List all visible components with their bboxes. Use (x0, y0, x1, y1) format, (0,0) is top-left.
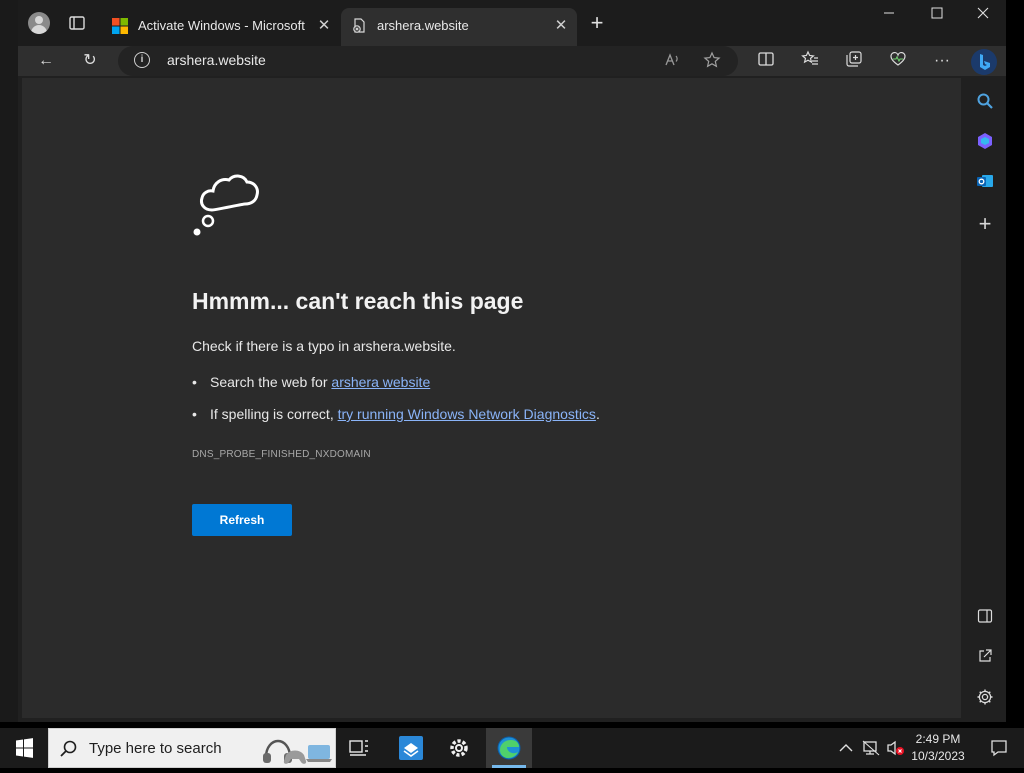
maximize-icon (931, 7, 943, 19)
split-screen-icon[interactable] (754, 50, 778, 72)
typo-hint: Check if there is a typo in arshera.webs… (192, 338, 456, 354)
close-window-button[interactable] (960, 6, 1006, 26)
tab-close-button[interactable]: ✕ (316, 18, 332, 34)
thought-cloud-icon (192, 166, 270, 242)
site-info-icon[interactable]: i (134, 52, 150, 68)
gear-icon[interactable] (975, 688, 995, 708)
desktop-left-edge (0, 0, 18, 722)
close-icon (977, 7, 989, 19)
store-app-button[interactable] (388, 728, 434, 768)
page-error-icon (351, 18, 367, 34)
suggestion-search: • Search the web for arshera website (192, 374, 430, 390)
reload-button[interactable]: ↻ (78, 50, 102, 72)
clock-time: 2:49 PM (915, 732, 961, 746)
edge-icon (497, 736, 521, 760)
maximize-button[interactable] (914, 6, 960, 26)
microsoft-logo-icon (112, 18, 128, 34)
clock-date: 10/3/2023 (911, 749, 965, 763)
windows-taskbar: Type here to search 2:49 PM 10/3/2023 (0, 728, 1024, 768)
network-icon (862, 740, 880, 756)
page-headline: Hmmm... can't reach this page (192, 288, 524, 314)
edge-app-button[interactable] (486, 728, 532, 768)
search-web-link[interactable]: arshera website (331, 374, 430, 390)
designer-icon[interactable] (975, 132, 995, 152)
outlook-icon[interactable] (975, 172, 995, 192)
open-external-icon[interactable] (975, 648, 995, 668)
tab-close-button[interactable]: ✕ (553, 18, 569, 34)
address-bar[interactable]: i arshera.website (118, 46, 738, 76)
browser-window: Activate Windows - Microsoft Su ✕ arsher… (18, 0, 1006, 722)
tab-strip: Activate Windows - Microsoft Su ✕ arsher… (18, 0, 1006, 46)
read-aloud-icon[interactable] (662, 51, 682, 71)
tab-actions-icon[interactable] (68, 14, 86, 32)
tab-title: arshera.website (377, 18, 469, 33)
profile-head (35, 16, 43, 24)
new-tab-button[interactable]: + (588, 12, 606, 34)
minimize-button[interactable] (866, 6, 912, 26)
search-highlight-art-icon (262, 735, 332, 765)
hide-sidebar-icon[interactable] (975, 608, 995, 628)
minimize-icon (884, 12, 894, 14)
bullet-dot: • (192, 374, 197, 390)
task-view-button[interactable] (336, 728, 382, 768)
network-status-button[interactable] (862, 740, 880, 759)
back-button[interactable]: ← (34, 50, 58, 72)
suggestion-text: Search the web for (210, 374, 332, 390)
edge-sidebar: + (963, 78, 1006, 722)
gear-icon (450, 739, 468, 757)
collections-icon[interactable] (842, 50, 866, 72)
tab-title: Activate Windows - Microsoft Su (138, 18, 306, 33)
profile-avatar[interactable] (28, 12, 50, 34)
favorite-star-icon[interactable] (702, 51, 722, 71)
search-icon[interactable] (975, 92, 995, 112)
store-icon (399, 736, 423, 760)
suggestion-text: If spelling is correct, (210, 406, 338, 422)
browser-toolbar: ← ↻ i arshera.website ··· (18, 46, 1006, 76)
refresh-button[interactable]: Refresh (192, 504, 292, 536)
suggestion-diagnostics: • If spelling is correct, try running Win… (192, 406, 600, 422)
speaker-muted-icon (887, 740, 904, 756)
add-sidebar-app-button[interactable]: + (975, 213, 995, 235)
notification-icon (991, 740, 1007, 757)
error-code: DNS_PROBE_FINISHED_NXDOMAIN (192, 449, 371, 460)
suggestion-suffix: . (595, 406, 600, 422)
profile-body (31, 25, 47, 34)
settings-more-button[interactable]: ··· (930, 50, 954, 72)
task-view-icon (349, 740, 368, 756)
bullet-dot: • (192, 406, 197, 422)
tab-activate-windows[interactable]: Activate Windows - Microsoft Su ✕ (102, 8, 340, 46)
show-hidden-icons-button[interactable] (838, 740, 854, 759)
bing-copilot-icon[interactable] (970, 48, 998, 76)
browser-essentials-icon[interactable] (886, 50, 910, 72)
notification-center-button[interactable] (990, 739, 1008, 757)
windows-logo-icon (16, 738, 33, 758)
favorites-icon[interactable] (798, 50, 822, 72)
start-button[interactable] (0, 728, 48, 768)
network-diagnostics-link[interactable]: try running Windows Network Diagnostics (338, 406, 596, 422)
address-url[interactable]: arshera.website (167, 52, 266, 68)
settings-app-button[interactable] (436, 728, 482, 768)
chevron-up-icon (839, 744, 853, 752)
error-page: Hmmm... can't reach this page Check if t… (22, 78, 961, 718)
search-placeholder: Type here to search (89, 740, 222, 757)
volume-button[interactable] (886, 740, 906, 759)
tab-arshera[interactable]: arshera.website ✕ (341, 8, 577, 46)
system-clock[interactable]: 2:49 PM 10/3/2023 (908, 731, 968, 765)
search-icon (59, 739, 79, 759)
taskbar-search-box[interactable]: Type here to search (48, 728, 336, 768)
